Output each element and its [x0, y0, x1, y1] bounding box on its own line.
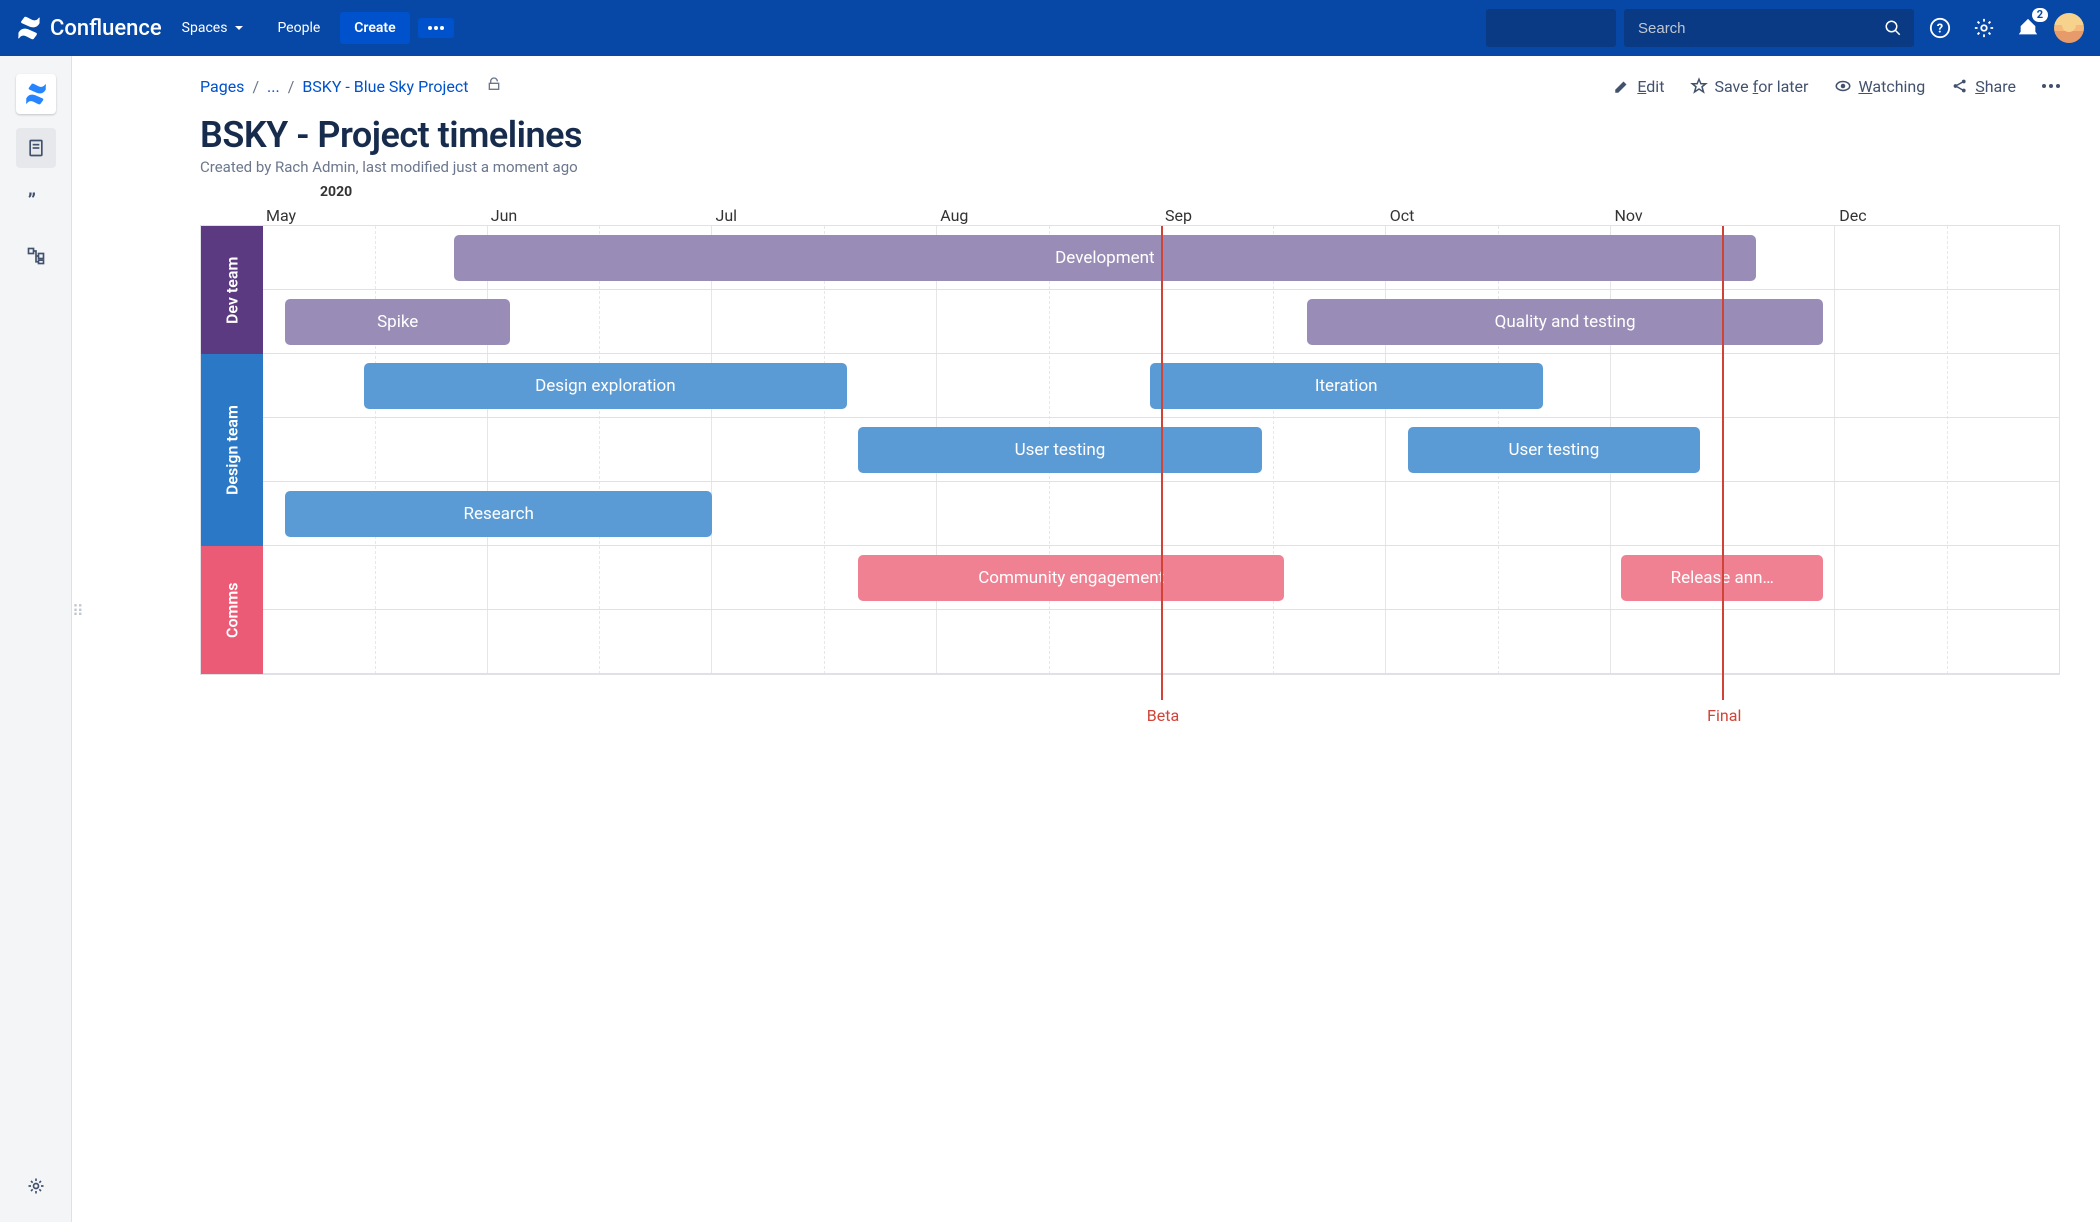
- save-label: Save for later: [1714, 77, 1808, 96]
- star-icon: [1690, 77, 1708, 95]
- tree-icon: [26, 246, 46, 266]
- roadmap-bar[interactable]: Spike: [285, 299, 510, 345]
- pencil-icon: [1613, 77, 1631, 95]
- roadmap-month: May: [262, 206, 487, 225]
- sidebar-pages[interactable]: [16, 128, 56, 168]
- nav-people-label: People: [277, 20, 320, 36]
- restrictions-icon[interactable]: [486, 76, 502, 96]
- breadcrumb-parent[interactable]: BSKY - Blue Sky Project: [302, 77, 468, 96]
- roadmap-milestone-label: Final: [1707, 706, 1741, 725]
- roadmap-milestone[interactable]: Final: [1722, 226, 1724, 700]
- page-byline: Created by Rach Admin, last modified jus…: [200, 158, 2060, 176]
- roadmap-bar[interactable]: Iteration: [1150, 363, 1543, 409]
- product-name: Confluence: [50, 16, 162, 41]
- roadmap-bar[interactable]: Research: [285, 491, 712, 537]
- roadmap-header: MayJunJulAugSepOctNovDec: [262, 206, 2060, 225]
- nav-spaces[interactable]: Spaces: [170, 12, 258, 44]
- create-label: Create: [354, 20, 395, 36]
- roadmap-bar[interactable]: Community engagement: [858, 555, 1285, 601]
- confluence-icon: [16, 15, 42, 41]
- roadmap-milestone-label: Beta: [1147, 706, 1179, 725]
- help-icon: ?: [1929, 17, 1951, 39]
- roadmap-bar[interactable]: Development: [454, 235, 1756, 281]
- dots-icon: [428, 26, 444, 30]
- roadmap-month: Sep: [1161, 206, 1386, 225]
- dots-icon: [2042, 77, 2060, 95]
- watching-label: Watching: [1858, 77, 1925, 96]
- roadmap-month: Jul: [712, 206, 937, 225]
- save-later-button[interactable]: Save for later: [1690, 77, 1808, 96]
- roadmap-lane-design: Design team: [201, 354, 263, 546]
- confluence-mark-icon: [24, 82, 48, 106]
- share-button[interactable]: Share: [1951, 77, 2016, 96]
- svg-text:”: ”: [27, 191, 35, 213]
- breadcrumb-root[interactable]: Pages: [200, 77, 244, 96]
- notifications-badge: 2: [2032, 8, 2048, 22]
- roadmap-bar[interactable]: User testing: [1408, 427, 1700, 473]
- notifications-button[interactable]: 2: [2010, 10, 2046, 46]
- roadmap-macro: 2020 MayJunJulAugSepOctNovDec Dev teamDe…: [200, 206, 2060, 675]
- roadmap-month: Jun: [487, 206, 712, 225]
- sidebar-blog[interactable]: ”: [16, 182, 56, 222]
- watching-button[interactable]: Watching: [1834, 77, 1925, 96]
- chevron-down-icon: [233, 22, 245, 34]
- confluence-logo[interactable]: Confluence: [16, 15, 162, 41]
- page-title: BSKY - Project timelines: [200, 114, 2060, 156]
- share-label: Share: [1975, 77, 2016, 96]
- roadmap-month: Dec: [1835, 206, 2060, 225]
- gear-icon: [26, 1176, 46, 1196]
- roadmap-year: 2020: [320, 184, 352, 200]
- settings-button[interactable]: [1966, 10, 2002, 46]
- share-icon: [1951, 77, 1969, 95]
- create-button[interactable]: Create: [340, 12, 409, 44]
- roadmap-lane-labels: Dev teamDesign teamComms: [201, 226, 263, 674]
- nav-spaces-label: Spaces: [182, 20, 228, 36]
- roadmap-bar[interactable]: Quality and testing: [1307, 299, 1823, 345]
- roadmap-month: Nov: [1611, 206, 1836, 225]
- search-input[interactable]: [1636, 19, 1884, 38]
- left-sidebar: ”: [0, 56, 72, 1222]
- nav-placeholder: [1486, 9, 1616, 47]
- page-more-button[interactable]: [2042, 77, 2060, 95]
- roadmap-lane-dev: Dev team: [201, 226, 263, 354]
- top-nav: Confluence Spaces People Create ? 2: [0, 0, 2100, 56]
- page-icon: [26, 138, 46, 158]
- roadmap-lane-comms: Comms: [201, 546, 263, 674]
- breadcrumb-ellipsis[interactable]: ...: [267, 77, 280, 96]
- roadmap-milestone[interactable]: Beta: [1161, 226, 1163, 700]
- edit-button[interactable]: Edit: [1613, 77, 1664, 96]
- space-icon-button[interactable]: [16, 74, 56, 114]
- eye-icon: [1834, 77, 1852, 95]
- roadmap-month: Aug: [936, 206, 1161, 225]
- roadmap-bar[interactable]: Design exploration: [364, 363, 847, 409]
- search-icon: [1884, 19, 1902, 37]
- nav-more-button[interactable]: [418, 18, 454, 38]
- roadmap-bar[interactable]: User testing: [858, 427, 1262, 473]
- user-avatar[interactable]: [2054, 13, 2084, 43]
- roadmap-grid: Development Spike Quality and testing Desig…: [263, 226, 2059, 674]
- sidebar-settings[interactable]: [16, 1166, 56, 1206]
- sidebar-tree[interactable]: [16, 236, 56, 276]
- roadmap-month: Oct: [1386, 206, 1611, 225]
- breadcrumb: Pages / ... / BSKY - Blue Sky Project: [200, 76, 502, 96]
- nav-people[interactable]: People: [265, 12, 332, 44]
- gear-icon: [1973, 17, 1995, 39]
- quote-icon: ”: [25, 191, 47, 213]
- search-box[interactable]: [1624, 9, 1914, 47]
- edit-label: Edit: [1637, 77, 1664, 96]
- svg-text:?: ?: [1937, 22, 1943, 37]
- help-button[interactable]: ?: [1922, 10, 1958, 46]
- page-content: Pages / ... / BSKY - Blue Sky Project Ed…: [72, 56, 2100, 1222]
